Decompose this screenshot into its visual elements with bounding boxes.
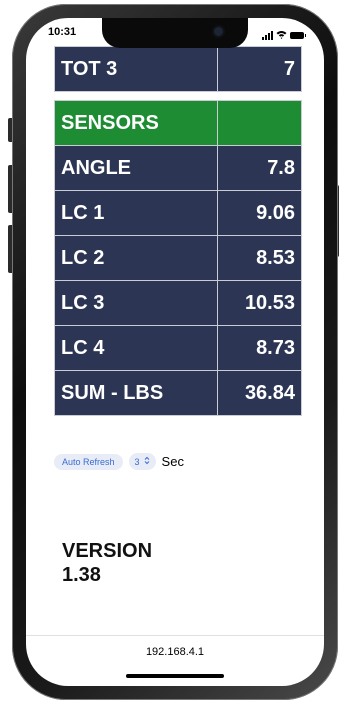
table-row: LC 3 10.53 [54, 280, 302, 326]
cellular-signal-icon [262, 30, 273, 40]
row-label: ANGLE [54, 145, 218, 191]
row-label: LC 3 [54, 280, 218, 326]
phone-notch [102, 18, 248, 48]
table-row: LC 2 8.53 [54, 235, 302, 281]
select-chevron-icon [144, 456, 150, 467]
row-value: 7.8 [217, 145, 302, 191]
row-value: 10.53 [217, 280, 302, 326]
sensors-table: SENSORS ANGLE 7.8 LC 1 9.06 LC 2 8.53 LC… [54, 100, 302, 416]
status-time: 10:31 [48, 26, 77, 38]
sensors-header-label: SENSORS [54, 100, 218, 146]
table-row: LC 4 8.73 [54, 325, 302, 371]
row-value: 8.53 [217, 235, 302, 281]
row-label: LC 2 [54, 235, 218, 281]
address-bar-divider [26, 635, 324, 636]
row-label: TOT 3 [54, 46, 218, 92]
phone-screen: TOT 3 7 SENSORS ANGLE 7.8 LC 1 9.06 LC 2… [26, 18, 324, 686]
refresh-controls: Auto Refresh 3 Sec [54, 453, 184, 470]
wifi-icon [276, 26, 287, 44]
row-label: SUM - LBS [54, 370, 218, 416]
row-value: 8.73 [217, 325, 302, 371]
version-number: 1.38 [62, 564, 101, 586]
battery-icon [290, 31, 306, 39]
sensor-table: TOT 3 7 [54, 46, 302, 92]
status-icons [262, 26, 306, 44]
row-value: 36.84 [217, 370, 302, 416]
table-row-tot3: TOT 3 7 [54, 46, 302, 92]
sensors-header-row: SENSORS [54, 100, 302, 146]
sensors-header-value [217, 100, 302, 146]
interval-unit-label: Sec [161, 454, 184, 469]
camera-icon [214, 27, 223, 36]
phone-mockup: TOT 3 7 SENSORS ANGLE 7.8 LC 1 9.06 LC 2… [0, 0, 343, 704]
refresh-interval-select[interactable]: 3 [128, 453, 156, 470]
table-row: LC 1 9.06 [54, 190, 302, 236]
row-label: LC 1 [54, 190, 218, 236]
address-bar[interactable]: 192.168.4.1 [26, 646, 324, 658]
row-label: LC 4 [54, 325, 218, 371]
table-row: SUM - LBS 36.84 [54, 370, 302, 416]
table-row: ANGLE 7.8 [54, 145, 302, 191]
row-value: 7 [217, 46, 302, 92]
version-block: VERSION 1.38 [62, 539, 152, 587]
refresh-interval-value: 3 [134, 456, 140, 467]
home-indicator [126, 674, 224, 678]
row-value: 9.06 [217, 190, 302, 236]
auto-refresh-button[interactable]: Auto Refresh [54, 453, 123, 470]
version-title: VERSION [62, 540, 153, 562]
